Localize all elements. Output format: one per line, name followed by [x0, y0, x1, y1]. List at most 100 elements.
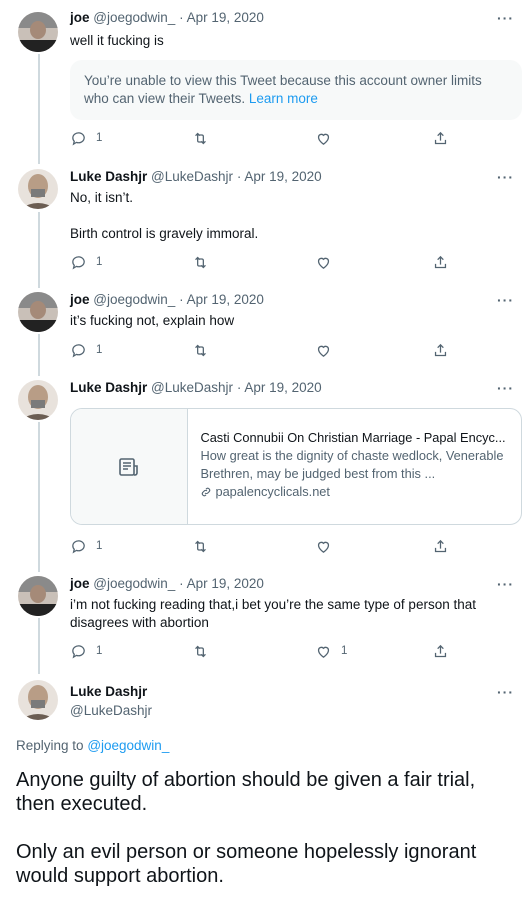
tweet-date[interactable]: Apr 19, 2020	[244, 169, 321, 184]
more-options-icon[interactable]: ···	[497, 684, 514, 700]
separator-dot: ·	[179, 10, 184, 25]
share-icon	[434, 255, 447, 268]
share-icon	[434, 644, 447, 657]
more-options-icon[interactable]: ···	[497, 380, 514, 396]
card-thumbnail	[71, 409, 189, 524]
card-description: How great is the dignity of chaste wedlo…	[200, 448, 504, 481]
reply-button[interactable]: 1	[70, 340, 102, 360]
retweet-button[interactable]	[192, 641, 209, 661]
share-icon	[434, 131, 447, 144]
more-options-icon[interactable]: ···	[497, 10, 514, 26]
tweet-header: joe @joegodwin_ · Apr 19, 2020	[70, 10, 264, 25]
tweet-date[interactable]: Apr 19, 2020	[187, 576, 264, 591]
tweet-header: Luke Dashjr @LukeDashjr · Apr 19, 2020	[70, 380, 322, 395]
reply-icon	[72, 644, 85, 659]
like-button[interactable]	[315, 128, 332, 148]
author-name[interactable]: joe	[70, 576, 90, 591]
tweet-actions: 1	[70, 252, 510, 272]
learn-more-link[interactable]: Learn more	[249, 91, 318, 106]
card-title: Casti Connubii On Christian Marriage - P…	[200, 430, 506, 445]
reply-count: 1	[96, 344, 103, 356]
share-icon	[434, 343, 447, 356]
author-name[interactable]: Luke Dashjr	[70, 169, 147, 184]
author-handle[interactable]: @joegodwin_	[93, 292, 175, 307]
reply-count: 1	[96, 256, 103, 268]
tweet-text: it’s fucking not, explain how	[70, 313, 235, 328]
retweet-icon	[195, 540, 206, 552]
tweet-date[interactable]: Apr 19, 2020	[187, 292, 264, 307]
thread-line	[38, 54, 40, 164]
more-options-icon[interactable]: ···	[497, 169, 514, 185]
link-icon	[202, 487, 211, 497]
reply-icon	[72, 255, 85, 270]
reply-count: 1	[96, 132, 103, 144]
tweet-header: joe @joegodwin_ · Apr 19, 2020	[70, 292, 264, 307]
author-handle[interactable]: @LukeDashjr	[151, 380, 233, 395]
author-name[interactable]: joe	[70, 292, 90, 307]
retweet-button[interactable]	[192, 536, 209, 556]
reply-button[interactable]: 1	[70, 536, 102, 556]
heart-icon	[317, 646, 330, 658]
author-name[interactable]: joe	[70, 10, 90, 25]
tweet-actions: 1	[70, 340, 510, 360]
article-icon	[119, 457, 139, 476]
share-button[interactable]	[432, 128, 449, 148]
restricted-tweet-notice: You’re unable to view this Tweet because…	[70, 60, 522, 120]
share-icon	[434, 539, 447, 552]
heart-icon	[317, 133, 330, 145]
author-handle[interactable]: @joegodwin_	[93, 576, 175, 591]
thread-line	[38, 212, 40, 288]
retweet-button[interactable]	[192, 252, 209, 272]
link-card[interactable]: Casti Connubii On Christian Marriage - P…	[70, 408, 522, 525]
like-button[interactable]	[315, 536, 332, 556]
retweet-icon	[195, 132, 206, 144]
tweet-actions: 1	[70, 128, 510, 148]
avatar[interactable]	[18, 169, 58, 209]
tweet-actions: 1 1	[70, 641, 510, 661]
retweet-button[interactable]	[192, 340, 209, 360]
thread-line	[38, 618, 40, 674]
tweet-text: No, it isn’t.	[70, 190, 134, 205]
avatar[interactable]	[18, 12, 58, 52]
retweet-icon	[195, 256, 206, 268]
tweet-paragraph: Only an evil person or someone hopelessl…	[16, 841, 477, 887]
replying-handle-link[interactable]: @joegodwin_	[87, 738, 169, 753]
reply-count: 1	[96, 645, 103, 657]
card-domain-text: papalencyclicals.net	[215, 484, 330, 499]
more-options-icon[interactable]: ···	[497, 576, 514, 592]
reply-button[interactable]: 1	[70, 252, 102, 272]
share-button[interactable]	[432, 340, 449, 360]
thread-line	[38, 422, 40, 572]
like-button[interactable]: 1	[315, 641, 347, 661]
more-options-icon[interactable]: ···	[497, 292, 514, 308]
avatar[interactable]	[18, 292, 58, 332]
author-handle[interactable]: @LukeDashjr	[70, 703, 152, 718]
author-handle[interactable]: @joegodwin_	[93, 10, 175, 25]
reply-icon	[72, 343, 85, 358]
tweet-date[interactable]: Apr 19, 2020	[244, 380, 321, 395]
tweet-header: joe @joegodwin_ · Apr 19, 2020	[70, 576, 264, 591]
avatar[interactable]	[18, 380, 58, 420]
retweet-button[interactable]	[192, 128, 209, 148]
share-button[interactable]	[432, 536, 449, 556]
reply-icon	[72, 539, 85, 554]
tweet-header: Luke Dashjr @LukeDashjr · Apr 19, 2020	[70, 169, 322, 184]
like-button[interactable]	[315, 340, 332, 360]
author-handle[interactable]: @LukeDashjr	[151, 169, 233, 184]
avatar[interactable]	[18, 576, 58, 616]
author-name[interactable]: Luke Dashjr	[70, 684, 147, 699]
tweet-date[interactable]: Apr 19, 2020	[187, 10, 264, 25]
retweet-icon	[195, 645, 206, 657]
like-count: 1	[341, 645, 348, 657]
tweet-actions: 1	[70, 536, 510, 556]
main-tweet-text: Anyone guilty of abortion should be give…	[16, 768, 516, 900]
share-button[interactable]	[432, 252, 449, 272]
author-name[interactable]: Luke Dashjr	[70, 380, 147, 395]
share-button[interactable]	[432, 641, 449, 661]
tweet-text: well it fucking is	[70, 33, 164, 48]
like-button[interactable]	[315, 252, 332, 272]
reply-button[interactable]: 1	[70, 128, 102, 148]
reply-button[interactable]: 1	[70, 641, 102, 661]
avatar[interactable]	[18, 680, 58, 720]
reply-count: 1	[96, 540, 103, 552]
